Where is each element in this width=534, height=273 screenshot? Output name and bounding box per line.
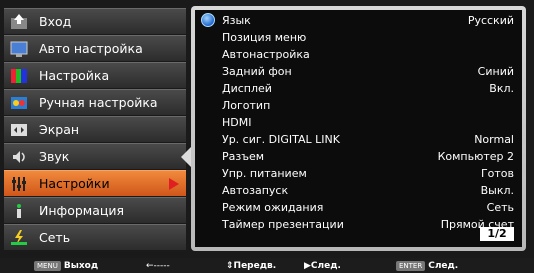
menu-item-settings[interactable]: Настройки [4, 170, 186, 196]
setting-row-logo[interactable]: Логотип [195, 97, 522, 114]
setting-value: Компьютер 2 [437, 150, 514, 163]
setting-label: Позиция меню [222, 31, 307, 44]
footer-next: ▶След. [304, 261, 341, 271]
footer-enter: ENTER След. [396, 260, 458, 272]
footer-move: ⇕Передв. [226, 261, 277, 271]
auto-setup-icon [7, 39, 31, 59]
menu-label: Настройка [39, 68, 110, 83]
setting-label: Ур. сиг. DIGITAL LINK [222, 133, 340, 146]
menu-item-manual-adjust[interactable]: Ручная настройка [4, 89, 186, 115]
menu-label: Авто настройка [39, 41, 143, 56]
setting-row-digital-link[interactable]: Ур. сиг. DIGITAL LINK Normal [195, 131, 522, 148]
setting-label: Дисплей [222, 82, 272, 95]
footer-enter-label: След. [428, 261, 459, 271]
page-indicator: 1/2 [480, 227, 514, 241]
setting-row-auto-setup[interactable]: Автонастройка [195, 46, 522, 63]
screen-icon [7, 120, 31, 140]
menu-label: Настройки [39, 176, 110, 191]
menu-label: Информация [39, 203, 125, 218]
footer-exit: MENU Выход [34, 260, 98, 272]
menu-item-input[interactable]: Вход [4, 8, 186, 34]
footer-exit-label: Выход [63, 261, 99, 271]
menu-item-network[interactable]: Сеть [4, 224, 186, 250]
footer-help-bar: MENU Выход ←----- ⇕Передв. ▶След. ENTER … [0, 258, 534, 273]
manual-adjust-icon [7, 93, 31, 113]
menu-key-icon: MENU [34, 261, 61, 271]
setting-label: Задний фон [222, 65, 292, 78]
setting-label: Таймер презентации [222, 218, 344, 231]
main-menu: Вход Авто настройка Настройка Ручная нас… [4, 8, 186, 250]
setting-row-power-management[interactable]: Упр. питанием Готов [195, 165, 522, 182]
menu-item-info[interactable]: Информация [4, 197, 186, 223]
adjust-icon [7, 66, 31, 86]
sound-icon [7, 147, 31, 167]
menu-label: Звук [39, 149, 70, 164]
enter-key-icon: ENTER [396, 261, 426, 271]
menu-label: Сеть [39, 230, 71, 245]
menu-item-adjust[interactable]: Настройка [4, 62, 186, 88]
setting-label: HDMI [222, 116, 252, 129]
setting-value: Сеть [486, 201, 514, 214]
setting-value: Русский [467, 14, 514, 27]
setting-row-connector[interactable]: Разъем Компьютер 2 [195, 148, 522, 165]
setting-row-autostart[interactable]: Автозапуск Выкл. [195, 182, 522, 199]
setting-row-language[interactable]: Язык Русский [195, 12, 522, 29]
menu-item-screen[interactable]: Экран [4, 116, 186, 142]
setting-value: Normal [474, 133, 514, 146]
setting-label: Автозапуск [222, 184, 289, 197]
menu-label: Ручная настройка [39, 95, 158, 110]
osd-window: Вход Авто настройка Настройка Ручная нас… [0, 0, 534, 258]
network-icon [7, 228, 31, 248]
settings-list: Язык Русский Позиция меню Автонастройка … [195, 10, 522, 247]
setting-label: Разъем [222, 150, 265, 163]
setting-row-background[interactable]: Задний фон Синий [195, 63, 522, 80]
settings-icon [7, 174, 31, 194]
setting-value: Синий [477, 65, 514, 78]
selection-pointer [181, 147, 191, 167]
setting-row-menu-position[interactable]: Позиция меню [195, 29, 522, 46]
settings-panel: Язык Русский Позиция меню Автонастройка … [191, 6, 526, 251]
setting-row-hdmi[interactable]: HDMI [195, 114, 522, 131]
setting-row-display[interactable]: Дисплей Вкл. [195, 80, 522, 97]
menu-label: Вход [39, 14, 72, 29]
input-icon [7, 12, 31, 32]
setting-label: Язык [222, 14, 251, 27]
menu-label: Экран [39, 122, 80, 137]
arrow-right-icon [169, 178, 179, 190]
globe-icon [201, 13, 215, 27]
setting-row-standby-mode[interactable]: Режим ожидания Сеть [195, 199, 522, 216]
menu-item-auto-setup[interactable]: Авто настройка [4, 35, 186, 61]
menu-item-sound[interactable]: Звук [4, 143, 186, 169]
setting-label: Режим ожидания [222, 201, 324, 214]
setting-label: Автонастройка [222, 48, 310, 61]
setting-value: Вкл. [489, 82, 514, 95]
setting-value: Выкл. [480, 184, 514, 197]
setting-value: Готов [480, 167, 514, 180]
setting-row-presentation-timer[interactable]: Таймер презентации Прямой счет [195, 216, 522, 233]
footer-back: ←----- [146, 261, 170, 271]
setting-label: Упр. питанием [222, 167, 307, 180]
setting-label: Логотип [222, 99, 271, 112]
info-icon [7, 201, 31, 221]
